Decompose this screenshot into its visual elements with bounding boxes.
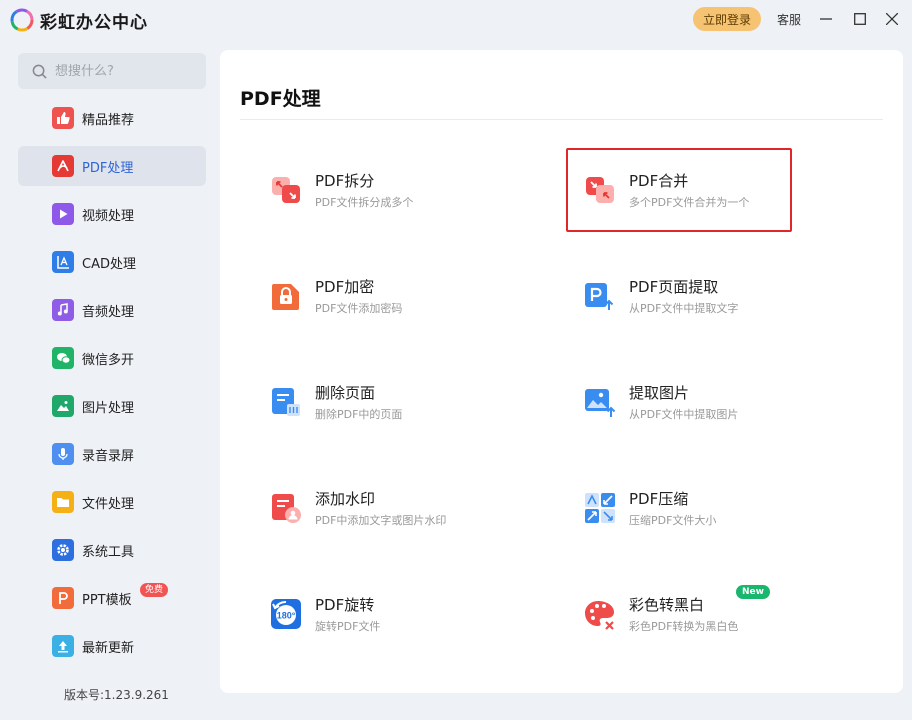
tool-pdf-rotate[interactable]: 180° PDF旋转 旋转PDF文件	[270, 594, 520, 654]
ppt-icon	[52, 587, 74, 609]
sidebar-item-cad[interactable]: CAD处理	[18, 242, 206, 282]
sidebar-item-label: 视频处理	[82, 208, 135, 224]
maximize-icon	[854, 13, 866, 25]
main-panel: PDF处理 PDF拆分 PDF文件拆分成多个 PDF合并 多个PDF文件合并为一…	[220, 50, 903, 693]
free-badge: 免费	[140, 583, 169, 597]
sidebar-item-label: 录音录屏	[82, 448, 135, 464]
sidebar-item-label: CAD处理	[82, 256, 136, 272]
search-input[interactable]	[55, 63, 195, 79]
rainbow-logo-icon	[10, 8, 34, 32]
tool-name: 提取图片	[629, 384, 690, 402]
tool-desc: PDF中添加文字或图片水印	[315, 514, 447, 527]
support-link[interactable]: 客服	[777, 11, 801, 28]
tool-name: PDF页面提取	[629, 278, 719, 296]
sidebar-item-label: 文件处理	[82, 496, 135, 512]
app-title: 彩虹办公中心	[40, 13, 148, 33]
tool-pdf-encrypt[interactable]: PDF加密 PDF文件添加密码	[270, 276, 520, 336]
tool-name: 添加水印	[315, 490, 376, 508]
sidebar-item-recording[interactable]: 录音录屏	[18, 434, 206, 474]
svg-text:180°: 180°	[277, 611, 296, 621]
new-badge: New	[736, 585, 770, 599]
gear-icon	[52, 539, 74, 561]
upload-arrow-icon	[52, 635, 74, 657]
pdf-compress-icon	[585, 493, 615, 523]
sidebar-item-wechat[interactable]: 微信多开	[18, 338, 206, 378]
sidebar-item-system-tools[interactable]: 系统工具	[18, 530, 206, 570]
tool-desc: 删除PDF中的页面	[315, 408, 403, 421]
tool-desc: PDF文件添加密码	[315, 302, 403, 315]
close-button[interactable]	[881, 8, 903, 30]
tool-name: PDF拆分	[315, 172, 375, 190]
tool-desc: PDF文件拆分成多个	[315, 196, 414, 209]
tool-name: PDF旋转	[315, 596, 375, 614]
tool-extract-image[interactable]: 提取图片 从PDF文件中提取图片	[584, 382, 834, 442]
sidebar-item-label: 音频处理	[82, 304, 135, 320]
sidebar-item-latest-update[interactable]: 最新更新	[18, 626, 206, 666]
tool-desc: 旋转PDF文件	[315, 620, 381, 633]
folder-icon	[52, 491, 74, 513]
wechat-icon	[52, 347, 74, 369]
search-icon	[32, 64, 47, 79]
sidebar-item-image[interactable]: 图片处理	[18, 386, 206, 426]
image-icon	[52, 395, 74, 417]
pdf-merge-icon	[586, 177, 614, 203]
pdf-page-extract-icon	[585, 283, 614, 310]
sidebar-item-audio[interactable]: 音频处理	[18, 290, 206, 330]
cad-ruler-icon	[52, 251, 74, 273]
tool-delete-page[interactable]: 删除页面 删除PDF中的页面	[270, 382, 520, 442]
page-title: PDF处理	[240, 88, 321, 110]
tool-pdf-merge[interactable]: PDF合并 多个PDF文件合并为一个	[584, 170, 834, 230]
microphone-icon	[52, 443, 74, 465]
tool-name: PDF加密	[315, 278, 375, 296]
sidebar-item-label: PPT模板	[82, 592, 132, 608]
tool-add-watermark[interactable]: 添加水印 PDF中添加文字或图片水印	[270, 488, 520, 548]
sidebar-item-label: 系统工具	[82, 544, 135, 560]
tool-pdf-split[interactable]: PDF拆分 PDF文件拆分成多个	[270, 170, 520, 230]
video-play-icon	[52, 203, 74, 225]
tool-name: PDF压缩	[629, 490, 689, 508]
search-box[interactable]	[18, 53, 206, 89]
sidebar-item-label: PDF处理	[82, 160, 134, 176]
divider	[240, 119, 883, 120]
rotate-180-icon: 180°	[271, 599, 301, 629]
tool-desc: 彩色PDF转换为黑白色	[629, 620, 739, 633]
tool-desc: 多个PDF文件合并为一个	[629, 196, 750, 209]
tool-name: PDF合并	[629, 172, 689, 190]
version-label: 版本号:1.23.9.261	[64, 688, 169, 702]
color-to-bw-icon	[585, 601, 614, 630]
minimize-button[interactable]	[815, 8, 837, 30]
pdf-lock-icon	[272, 284, 299, 310]
tool-pdf-compress[interactable]: PDF压缩 压缩PDF文件大小	[584, 488, 834, 548]
sidebar-item-label: 精品推荐	[82, 112, 135, 128]
minimize-icon	[820, 18, 832, 20]
tool-name: 删除页面	[315, 384, 376, 402]
sidebar-item-video[interactable]: 视频处理	[18, 194, 206, 234]
login-button[interactable]: 立即登录	[693, 7, 761, 31]
tool-desc: 压缩PDF文件大小	[629, 514, 717, 527]
tool-desc: 从PDF文件中提取图片	[629, 408, 739, 421]
tool-name: 彩色转黑白	[629, 596, 705, 614]
pdf-icon	[52, 155, 74, 177]
sidebar-item-pdf[interactable]: PDF处理	[18, 146, 206, 186]
sidebar-item-file[interactable]: 文件处理	[18, 482, 206, 522]
thumbs-up-icon	[52, 107, 74, 129]
tool-desc: 从PDF文件中提取文字	[629, 302, 739, 315]
sidebar-item-label: 微信多开	[82, 352, 135, 368]
delete-page-icon	[272, 388, 300, 416]
tool-pdf-page-extract[interactable]: PDF页面提取 从PDF文件中提取文字	[584, 276, 834, 336]
sidebar-item-label: 图片处理	[82, 400, 135, 416]
watermark-icon	[272, 494, 301, 523]
maximize-button[interactable]	[849, 8, 871, 30]
tool-color-to-bw[interactable]: 彩色转黑白 彩色PDF转换为黑白色 New	[584, 585, 834, 654]
close-icon	[886, 13, 898, 25]
sidebar: 精品推荐 PDF处理 视频处理 CAD处理 音频处理 微信多开	[0, 40, 220, 720]
sidebar-item-label: 最新更新	[82, 640, 135, 656]
music-note-icon	[52, 299, 74, 321]
title-bar: 彩虹办公中心 立即登录 客服	[0, 0, 912, 40]
pdf-split-icon	[272, 177, 300, 203]
extract-image-icon	[585, 389, 616, 417]
sidebar-item-featured[interactable]: 精品推荐	[18, 98, 206, 138]
sidebar-item-ppt-template[interactable]: PPT模板 免费	[18, 578, 206, 618]
